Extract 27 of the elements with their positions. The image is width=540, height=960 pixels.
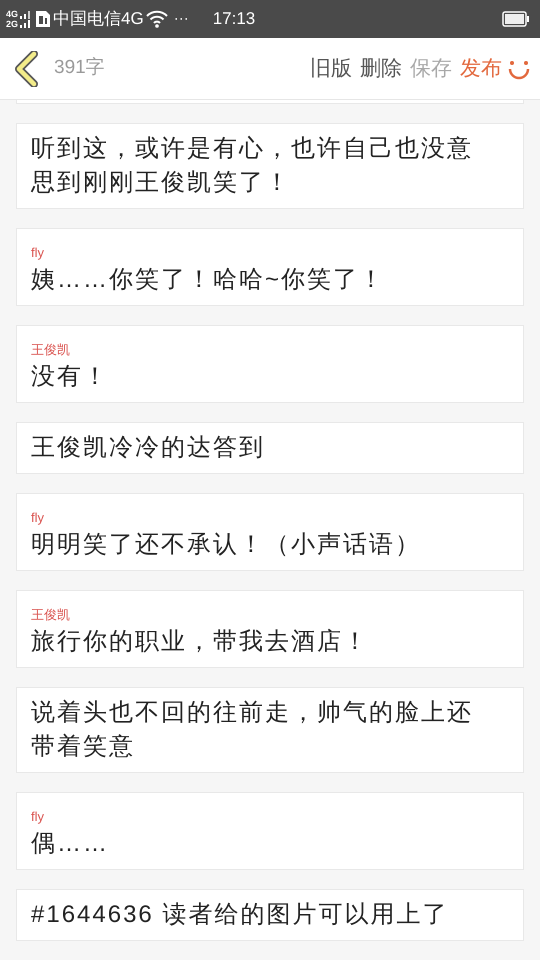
signal-icon bbox=[20, 10, 32, 28]
battery-icon bbox=[502, 11, 530, 27]
network-label: 2G bbox=[6, 19, 18, 29]
wifi-icon bbox=[146, 10, 168, 28]
sim-card-icon bbox=[35, 10, 52, 28]
speaker-name: 王俊凯 bbox=[31, 341, 71, 359]
toolbar-button[interactable]: 删除 bbox=[356, 52, 406, 84]
network-label: 4G bbox=[6, 9, 18, 19]
speaker-name: 王俊凯 bbox=[31, 606, 71, 624]
clock: 17:13 bbox=[212, 8, 256, 30]
word-count: 391字 bbox=[54, 56, 105, 80]
narration-text: #1644636 读者给的图片可以用上了 bbox=[31, 900, 450, 930]
toolbar-button[interactable]: 旧版 bbox=[306, 52, 356, 84]
narration-text: 听到这，或许是有心，也许自己也没意思到刚刚王俊凯笑了！ bbox=[31, 134, 474, 198]
speaker-name: fly bbox=[31, 509, 45, 527]
more-indicator: ··· bbox=[174, 8, 189, 29]
message-text: 旅行你的职业，带我去酒店！ bbox=[31, 627, 370, 657]
speaker-name: fly bbox=[31, 244, 45, 262]
narration-text: 说着头也不回的往前走，帅气的脸上还带着笑意 bbox=[31, 698, 474, 762]
speaker-name: fly bbox=[31, 808, 45, 826]
message-text: 明明笑了还不承认！（小声话语） bbox=[31, 530, 422, 560]
back-icon bbox=[14, 50, 38, 86]
message-text: 姨……你笑了！哈哈~你笑了！ bbox=[31, 265, 386, 295]
carrier-label: 中国电信4G bbox=[53, 8, 144, 30]
message-text: 没有！ bbox=[31, 362, 110, 392]
message-text: 偶…… bbox=[31, 829, 110, 859]
narration-text: 王俊凯冷冷的达答到 bbox=[31, 433, 266, 463]
